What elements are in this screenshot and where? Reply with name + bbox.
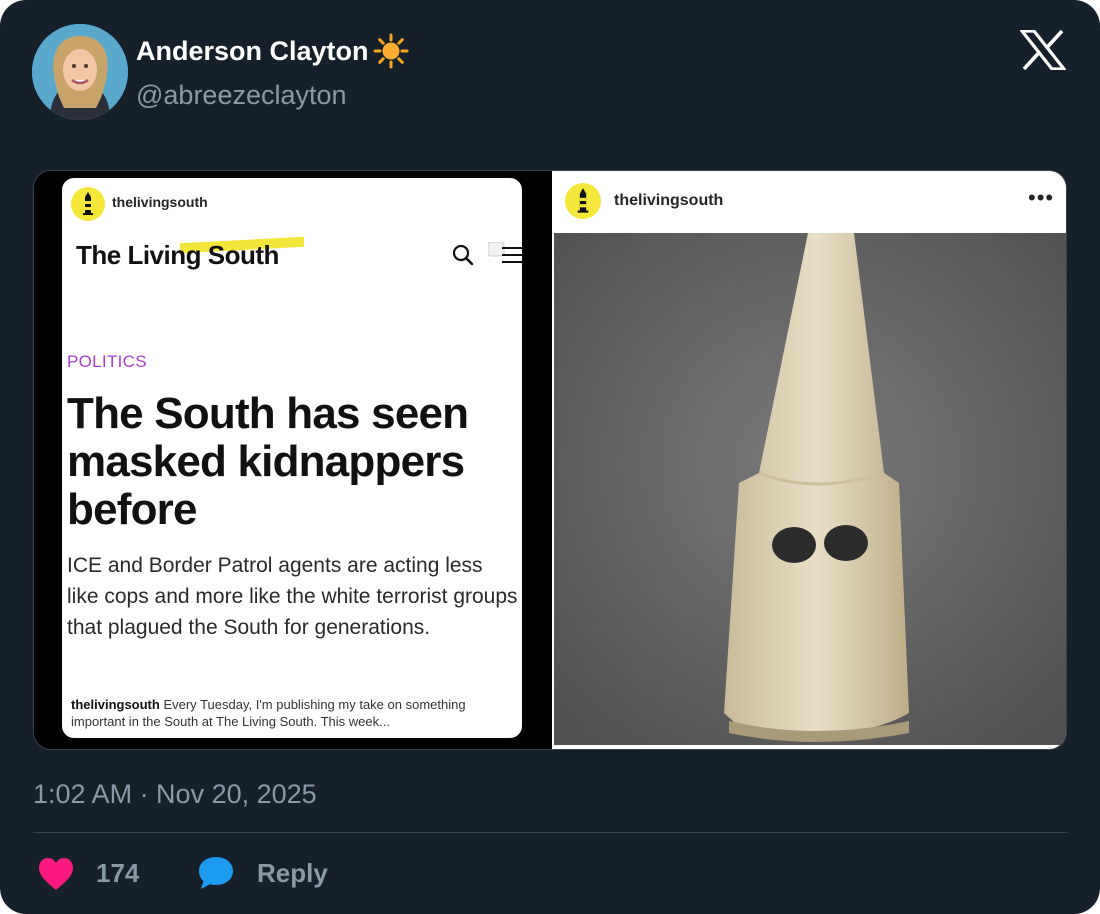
display-name[interactable]: Anderson Clayton (136, 33, 409, 69)
heart-icon[interactable] (38, 857, 74, 891)
brand-logo-text: The Living South (76, 240, 279, 270)
post-account-name: thelivingsouth (614, 192, 724, 209)
like-count[interactable]: 174 (96, 858, 139, 889)
article-account-name: thelivingsouth (112, 194, 208, 210)
article-headline: The South has seen masked kidnappers bef… (67, 389, 469, 534)
media-grid[interactable]: thelivingsouth The Living South POLITICS… (33, 170, 1067, 750)
divider (33, 832, 1068, 833)
caption-username: thelivingsouth (71, 697, 160, 712)
article-category: POLITICS (67, 352, 147, 371)
article-subheadline: ICE and Border Patrol agents are acting … (67, 554, 518, 639)
white-hood-photo (554, 233, 1066, 745)
lighthouse-icon (565, 183, 601, 219)
lighthouse-icon (71, 187, 105, 221)
post-caption: thelivingsouth Every Tuesday, I'm publis… (71, 696, 511, 730)
media-image-article[interactable]: thelivingsouth The Living South POLITICS… (34, 171, 550, 749)
post-header: thelivingsouth ••• (552, 171, 1066, 233)
reply-button[interactable]: Reply (257, 858, 328, 889)
display-name-text: Anderson Clayton (136, 35, 369, 66)
author-block: Anderson Clayton @abreezeclayton (136, 33, 409, 111)
article-screenshot: thelivingsouth The Living South POLITICS… (62, 178, 522, 738)
menu-icon (487, 241, 522, 266)
reply-bubble-icon[interactable] (197, 855, 235, 891)
user-handle[interactable]: @abreezeclayton (136, 80, 409, 111)
sun-emoji-icon (373, 33, 409, 69)
search-icon (452, 244, 474, 266)
tweet-card: Anderson Clayton @abreezeclayton thelivi… (0, 0, 1100, 914)
x-logo-icon[interactable] (1018, 29, 1068, 71)
avatar[interactable] (32, 24, 128, 120)
media-image-post[interactable]: thelivingsouth ••• (552, 171, 1066, 749)
more-options-icon: ••• (1028, 185, 1055, 210)
tweet-timestamp[interactable]: 1:02 AM · Nov 20, 2025 (33, 779, 317, 810)
brand-logo: The Living South (76, 234, 316, 278)
